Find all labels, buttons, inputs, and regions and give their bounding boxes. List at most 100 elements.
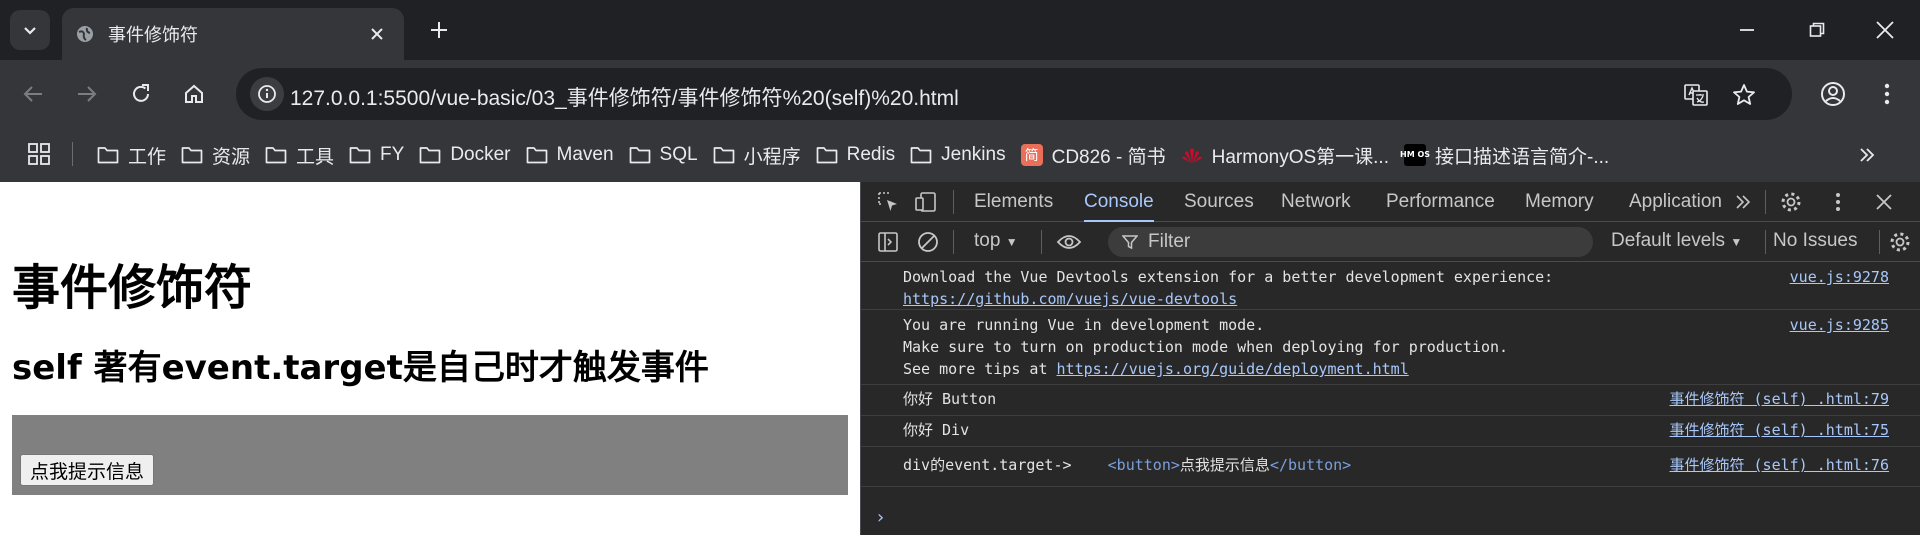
message-source-link[interactable]: vue.js:9285 — [1790, 314, 1889, 336]
translate-icon[interactable] — [1682, 81, 1710, 109]
restore-button[interactable] — [1782, 0, 1852, 60]
bookmark-item[interactable]: 小程序 — [712, 137, 801, 173]
live-expression-eye-icon[interactable] — [1054, 227, 1084, 257]
bookmark-label: 工作 — [128, 146, 167, 168]
message-link[interactable]: https://vuejs.org/guide/deployment.html — [1057, 360, 1409, 378]
close-icon — [1876, 21, 1894, 39]
huawei-icon — [1180, 143, 1204, 167]
bookmark-item[interactable]: 资源 — [180, 137, 250, 173]
console-prompt[interactable]: › — [875, 507, 886, 528]
sidebar-toggle-icon[interactable] — [873, 227, 903, 257]
arrow-left-icon — [23, 86, 42, 102]
message-source-link[interactable]: 事件修饰符 (self) .html:76 — [1670, 454, 1890, 476]
bookmark-item[interactable]: Redis — [815, 137, 896, 173]
browser-toolbar: 127.0.0.1:5500/vue-basic/03_事件修饰符/事件修饰符%… — [0, 60, 1920, 128]
bookmark-item[interactable]: SQL — [628, 137, 698, 173]
log-levels-dropdown[interactable]: Default levels ▼ — [1611, 230, 1742, 252]
tab-memory[interactable]: Memory — [1525, 182, 1594, 222]
more-tabs-icon[interactable] — [1728, 187, 1758, 217]
page-viewport: 事件修饰符 self 著有event.target是自己时才触发事件 点我提示信… — [0, 182, 860, 535]
forward-button[interactable] — [70, 77, 104, 111]
bookmark-star-icon[interactable] — [1730, 81, 1758, 109]
bookmarks-overflow-button[interactable] — [1852, 140, 1882, 170]
restore-icon — [1809, 22, 1825, 37]
message-source-link[interactable]: 事件修饰符 (self) .html:79 — [1670, 388, 1890, 410]
apps-grid-icon[interactable] — [27, 142, 51, 166]
bookmark-item[interactable]: 工作 — [96, 137, 166, 173]
address-bar[interactable]: 127.0.0.1:5500/vue-basic/03_事件修饰符/事件修饰符%… — [236, 68, 1792, 120]
bookmark-item[interactable]: Jenkins — [909, 137, 1006, 173]
bookmark-label: 接口描述语言简介-... — [1435, 146, 1610, 168]
chevron-down-icon — [24, 27, 36, 35]
clear-console-icon[interactable] — [913, 227, 943, 257]
tab-strip: 事件修饰符 — [0, 0, 1920, 60]
bookmark-item[interactable]: Maven — [525, 137, 614, 173]
tab-elements[interactable]: Elements — [974, 182, 1053, 222]
bookmark-label: 资源 — [212, 146, 251, 168]
show-info-button[interactable]: 点我提示信息 — [20, 454, 155, 486]
devtools-tab-bar: Elements Console Sources Network Performance… — [861, 182, 1920, 222]
message-source-link[interactable]: 事件修饰符 (self) .html:75 — [1670, 419, 1890, 441]
console-filter-input[interactable]: Filter — [1108, 227, 1593, 257]
close-window-button[interactable] — [1850, 0, 1920, 60]
reload-button[interactable] — [124, 77, 158, 111]
home-button[interactable] — [177, 77, 211, 111]
bookmark-item[interactable]: Docker — [418, 137, 511, 173]
element-open-tag[interactable]: <button> — [1108, 456, 1180, 474]
bookmark-label: Maven — [556, 144, 614, 165]
plus-icon — [431, 22, 447, 38]
bookmark-label: 工具 — [296, 146, 335, 168]
message-link[interactable]: https://github.com/vuejs/vue-devtools — [903, 290, 1237, 308]
minimize-button[interactable] — [1712, 0, 1782, 60]
element-close-tag[interactable]: </button> — [1270, 456, 1351, 474]
tab-performance[interactable]: Performance — [1386, 182, 1495, 222]
profile-button[interactable] — [1816, 77, 1850, 111]
bookmark-item[interactable]: HarmonyOS第一课... — [1180, 137, 1389, 173]
tab-sources[interactable]: Sources — [1184, 182, 1254, 222]
console-message: Download the Vue Devtools extension for … — [861, 262, 1920, 310]
new-tab-button[interactable] — [424, 15, 454, 45]
element-inner-text[interactable]: 点我提示信息 — [1180, 456, 1270, 474]
close-devtools-icon[interactable] — [1869, 187, 1899, 217]
console-output: Download the Vue Devtools extension for … — [861, 262, 1920, 535]
context-selector[interactable]: top ▼ — [974, 230, 1018, 252]
device-toolbar-icon[interactable] — [911, 187, 941, 217]
message-text: 你好 Button — [903, 390, 997, 408]
profile-icon — [1821, 82, 1845, 106]
devtools-menu-icon[interactable] — [1823, 187, 1853, 217]
gray-container-div[interactable]: 点我提示信息 — [12, 415, 848, 495]
bookmark-item[interactable]: FY — [348, 137, 404, 173]
close-tab-icon[interactable] — [362, 19, 392, 49]
tab-search-button[interactable] — [10, 10, 50, 50]
console-settings-gear-icon[interactable] — [1885, 227, 1915, 257]
bookmark-item[interactable]: 工具 — [264, 137, 334, 173]
browser-tab[interactable]: 事件修饰符 — [62, 8, 404, 60]
bookmark-label: Redis — [846, 144, 896, 165]
tab-application[interactable]: Application — [1629, 182, 1722, 222]
console-message: 你好 Div 事件修饰符 (self) .html:75 — [861, 416, 1920, 447]
inspect-element-icon[interactable] — [873, 187, 903, 217]
back-button[interactable] — [16, 77, 50, 111]
tab-console[interactable]: Console — [1084, 182, 1154, 222]
settings-gear-icon[interactable] — [1776, 187, 1806, 217]
console-message: You are running Vue in development mode.… — [861, 310, 1920, 385]
folder-icon — [180, 143, 204, 167]
home-icon — [185, 84, 203, 103]
message-text: Download the Vue Devtools extension for … — [903, 268, 1554, 286]
browser-menu-button[interactable] — [1870, 77, 1904, 111]
bookmark-item[interactable]: 简 CD826 - 简书 — [1020, 137, 1166, 173]
log-levels-label: Default levels — [1611, 230, 1726, 251]
issues-counter[interactable]: No Issues — [1773, 230, 1857, 252]
bookmark-label: FY — [380, 144, 405, 165]
bookmark-label: CD826 - 简书 — [1051, 146, 1166, 168]
hmos-icon: HM OS — [1400, 143, 1430, 167]
message-link-line: See more tips at https://vuejs.org/guide… — [903, 358, 1409, 380]
site-info-button[interactable] — [250, 77, 284, 111]
console-message: 你好 Button 事件修饰符 (self) .html:79 — [861, 385, 1920, 416]
tab-network[interactable]: Network — [1281, 182, 1351, 222]
devtools-panel: Elements Console Sources Network Performance… — [860, 182, 1920, 535]
page-subheading: self 著有event.target是自己时才触发事件 — [12, 348, 709, 388]
bookmark-item[interactable]: HM OS 接口描述语言简介-... — [1400, 137, 1610, 173]
filter-funnel-icon — [1122, 235, 1138, 250]
message-source-link[interactable]: vue.js:9278 — [1790, 266, 1889, 288]
